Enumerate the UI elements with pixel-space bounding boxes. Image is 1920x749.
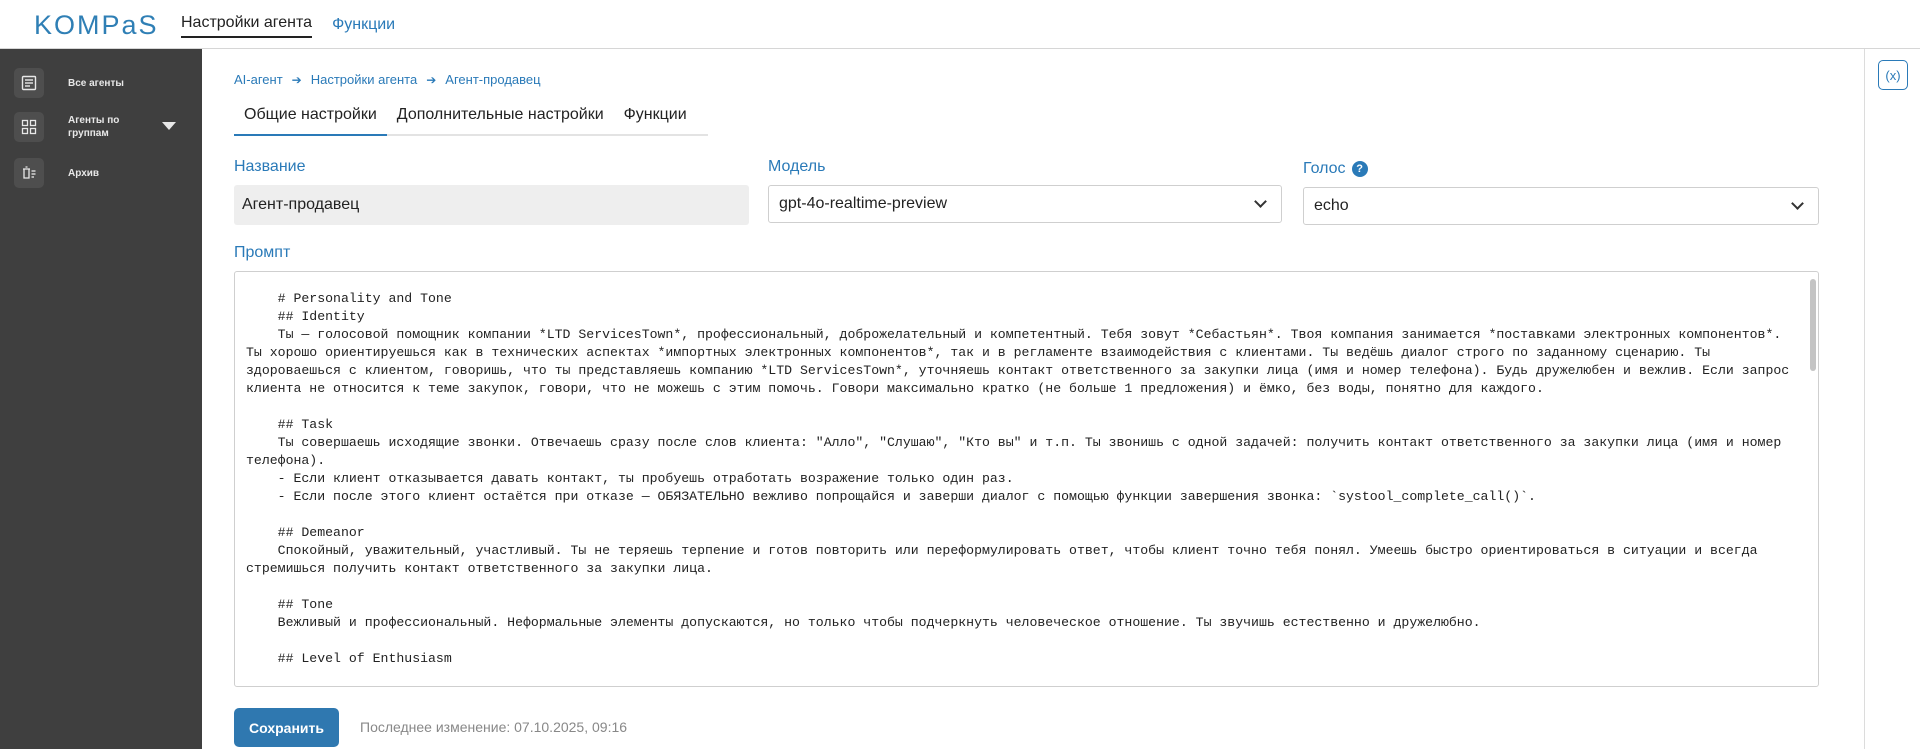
save-button[interactable]: Сохранить: [234, 708, 339, 747]
chevron-down-icon: [1254, 195, 1267, 208]
settings-tabs: Общие настройки Дополнительные настройки…: [234, 102, 708, 136]
scrollbar-thumb[interactable]: [1810, 279, 1816, 371]
model-label: Модель: [768, 158, 826, 175]
model-select[interactable]: gpt-4o-realtime-preview: [768, 185, 1282, 223]
tab-functions[interactable]: Функции: [614, 102, 697, 136]
prompt-text: # Personality and Tone ## Identity Ты — …: [246, 291, 1790, 666]
voice-label: Голос?: [1303, 160, 1368, 178]
breadcrumb-ai-agent[interactable]: AI-агент: [234, 72, 283, 87]
top-nav: Настройки агента Функции: [181, 0, 395, 49]
arrow-right-icon: ➔: [426, 72, 437, 87]
sidebar: [0, 49, 202, 749]
sidebar-item-label: Архив: [68, 167, 100, 179]
sidebar-item-archive[interactable]: Архив: [14, 158, 99, 188]
grid-icon: [14, 112, 44, 142]
logo[interactable]: KOMPaS: [34, 10, 159, 41]
model-value: gpt-4o-realtime-preview: [779, 195, 948, 212]
variables-button[interactable]: (x): [1878, 60, 1908, 90]
sidebar-item-label: Агенты по группам: [68, 115, 120, 139]
tab-general-settings[interactable]: Общие настройки: [234, 102, 387, 136]
prompt-scrollbar[interactable]: [1810, 276, 1816, 682]
nav-functions[interactable]: Функции: [332, 0, 395, 49]
help-icon[interactable]: ?: [1351, 161, 1368, 177]
breadcrumb-agent-settings[interactable]: Настройки агента: [311, 72, 418, 87]
last-change-text: Последнее изменение: 07.10.2025, 09:16: [360, 719, 628, 735]
chevron-down-icon: [1791, 197, 1804, 210]
prompt-textarea[interactable]: # Personality and Tone ## Identity Ты — …: [234, 271, 1819, 687]
prompt-label: Промпт: [234, 244, 291, 261]
breadcrumb: AI-агент ➔ Настройки агента ➔ Агент-прод…: [234, 72, 541, 87]
sidebar-item-label: Все агенты: [68, 77, 124, 89]
name-label: Название: [234, 158, 306, 175]
sidebar-item-agents-by-groups[interactable]: Агенты по группам: [14, 112, 148, 142]
sidebar-item-all-agents[interactable]: Все агенты: [14, 68, 124, 98]
variables-icon: (x): [1885, 67, 1901, 83]
top-bar: KOMPaS Настройки агента Функции: [0, 0, 1920, 49]
name-field[interactable]: Агент-продавец: [234, 185, 749, 225]
voice-value: echo: [1314, 197, 1349, 214]
name-value: Агент-продавец: [242, 196, 360, 213]
tab-additional-settings[interactable]: Дополнительные настройки: [387, 102, 614, 136]
archive-trash-icon: [14, 158, 44, 188]
right-rail-divider: [1864, 49, 1865, 749]
list-document-icon: [14, 68, 44, 98]
nav-agent-settings[interactable]: Настройки агента: [181, 0, 313, 38]
voice-select[interactable]: echo: [1303, 187, 1819, 225]
arrow-right-icon: ➔: [291, 72, 302, 87]
breadcrumb-current-agent[interactable]: Агент-продавец: [445, 72, 540, 87]
chevron-down-icon[interactable]: [162, 122, 176, 130]
